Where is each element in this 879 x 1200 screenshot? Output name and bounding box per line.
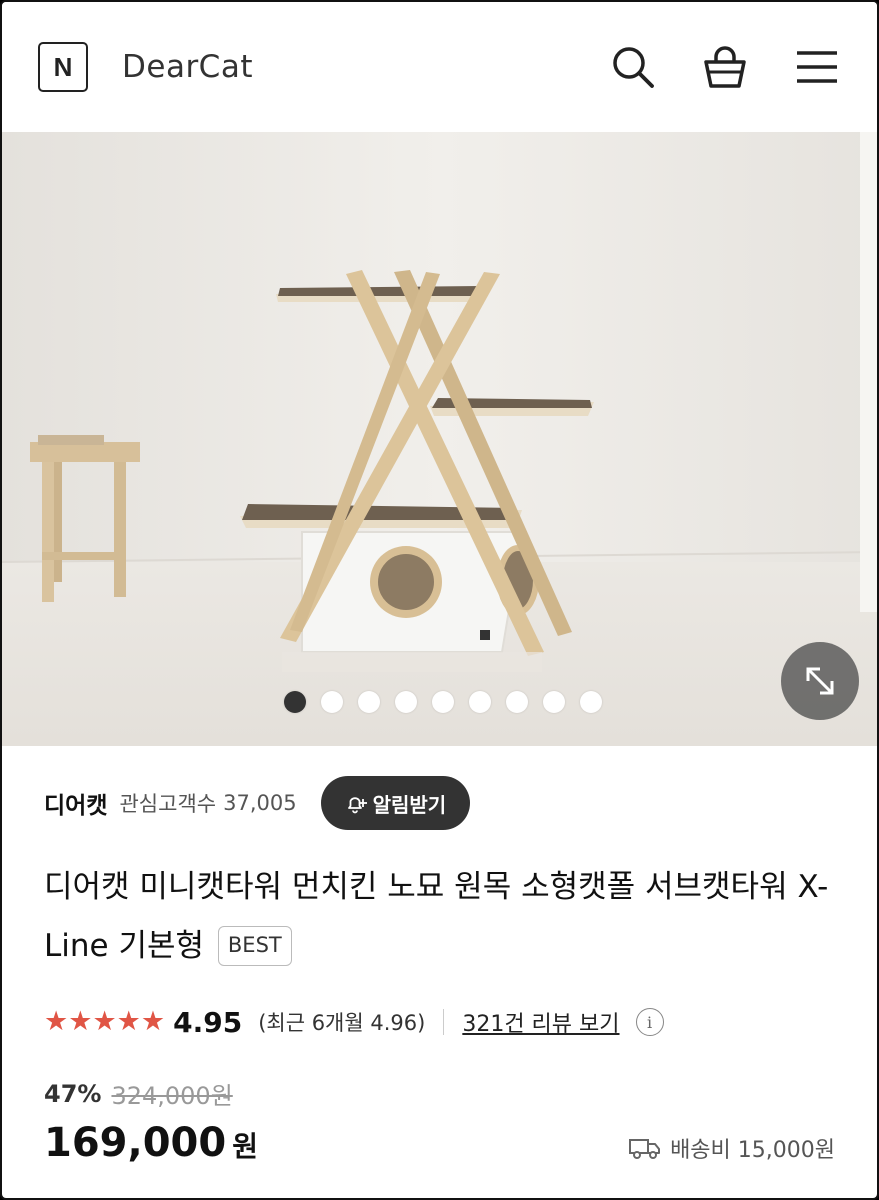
original-price: 324,000원 (111, 1082, 233, 1110)
gallery-dot[interactable] (506, 691, 528, 713)
rating-value: 4.95 (173, 1005, 243, 1039)
search-icon[interactable] (609, 43, 657, 91)
cart-icon[interactable] (701, 43, 749, 91)
follower-count: 37,005 (223, 791, 297, 815)
product-title-text: 디어캣 미니캣타워 먼치킨 노묘 원목 소형캣폴 서브캣타워 X-Line 기본… (44, 869, 829, 964)
store-brand[interactable]: DearCat (122, 49, 253, 85)
star-icon: ★ (116, 1006, 141, 1037)
top-header: N DearCat (2, 2, 877, 132)
recent-rating: (최근 6개월 4.96) (258, 1011, 426, 1035)
header-actions (609, 43, 841, 91)
star-icon: ★ (92, 1006, 117, 1037)
discount-row: 47% 324,000원 (44, 1076, 233, 1111)
seller-name[interactable]: 디어캣 (44, 786, 107, 820)
gallery-pagination (2, 691, 877, 713)
star-rating: ★ ★ ★ ★ ★ (44, 1007, 165, 1037)
gallery-dot[interactable] (469, 691, 491, 713)
divider (443, 1009, 445, 1035)
info-icon[interactable]: i (635, 1008, 664, 1036)
shipping-fee: 배송비 15,000원 (670, 1138, 835, 1163)
shipping-info[interactable]: 배송비 15,000원 (628, 1132, 835, 1164)
gallery-dot[interactable] (395, 691, 417, 713)
discount-rate: 47% (44, 1079, 102, 1108)
truck-icon (629, 1139, 661, 1159)
expand-icon (806, 667, 834, 695)
follower-label: 관심고객수 (119, 792, 217, 816)
star-icon: ★ (68, 1006, 93, 1037)
product-title: 디어캣 미니캣타워 먼치킨 노묘 원목 소형캣폴 서브캣타워 X-Line 기본… (44, 858, 834, 976)
app-frame: N DearCat 디어캣 관심고객수 37,005 알림받기 디어캣 미니캣타… (0, 0, 879, 1200)
expand-image-button[interactable] (781, 642, 859, 720)
product-photo (2, 132, 877, 746)
gallery-dot[interactable] (432, 691, 454, 713)
gallery-dot[interactable] (580, 691, 602, 713)
product-image-gallery[interactable] (2, 132, 877, 746)
bell-plus-icon (347, 797, 367, 814)
star-icon: ★ (44, 1006, 69, 1037)
gallery-dot[interactable] (358, 691, 380, 713)
rating-row: ★ ★ ★ ★ ★ 4.95 (최근 6개월 4.96) 321건 리뷰 보기 … (44, 1000, 664, 1044)
alarm-subscribe-button[interactable]: 알림받기 (320, 776, 471, 830)
menu-icon[interactable] (793, 43, 841, 91)
sale-price: 169,000 (44, 1120, 227, 1166)
gallery-dot[interactable] (321, 691, 343, 713)
price-row: 169,000 원 (44, 1120, 258, 1166)
gallery-dot-active[interactable] (284, 691, 306, 713)
naver-logo[interactable]: N (38, 42, 88, 92)
best-badge: BEST (217, 926, 292, 966)
seller-row: 디어캣 관심고객수 37,005 알림받기 (44, 776, 471, 830)
review-link[interactable]: 321건 리뷰 보기 (462, 1006, 619, 1038)
gallery-dot[interactable] (543, 691, 565, 713)
price-unit: 원 (232, 1130, 258, 1163)
star-icon: ★ (140, 1006, 166, 1037)
alarm-button-label: 알림받기 (372, 792, 447, 817)
